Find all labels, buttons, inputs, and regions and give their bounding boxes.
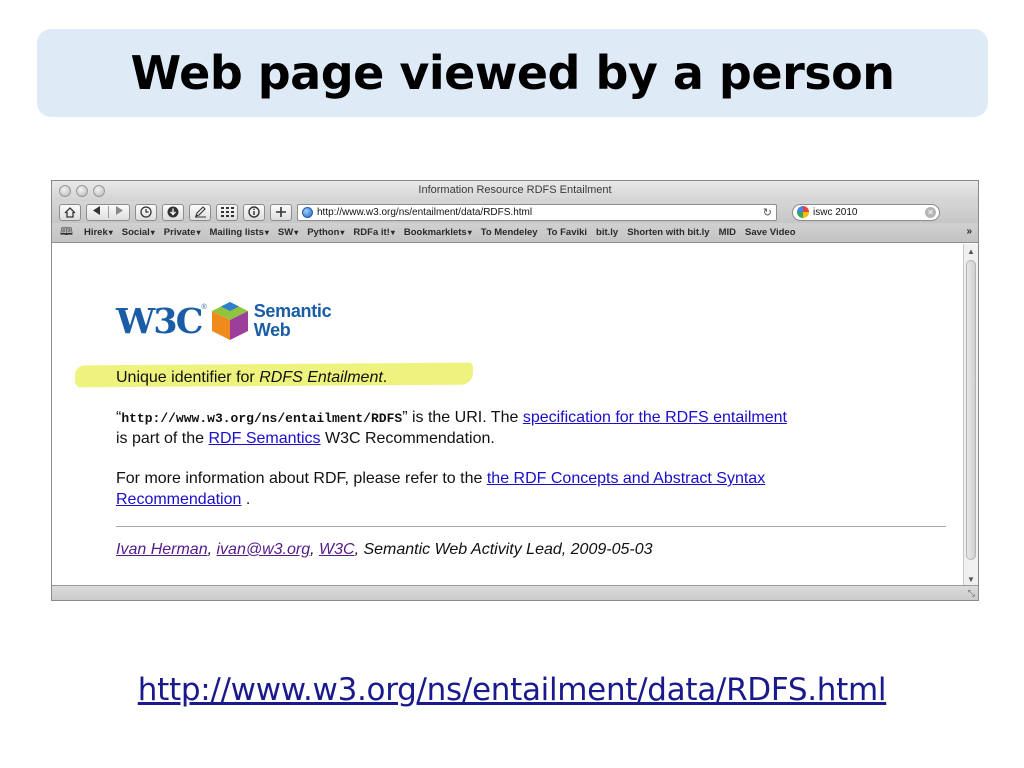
browser-window: Information Resource RDFS Entailment htt… bbox=[51, 180, 979, 601]
rdf-concepts-link-cont[interactable]: Recommendation bbox=[116, 491, 241, 508]
bookmark-item[interactable]: Bookmarklets bbox=[404, 227, 472, 238]
back-icon bbox=[93, 206, 101, 215]
title-bar: Information Resource RDFS Entailment bbox=[52, 181, 978, 201]
footer-divider bbox=[116, 526, 946, 527]
scroll-up-icon[interactable]: ▲ bbox=[967, 247, 975, 256]
globe-icon bbox=[302, 206, 313, 218]
edit-button[interactable] bbox=[189, 203, 211, 221]
rdf-semantics-link[interactable]: RDF Semantics bbox=[209, 430, 321, 447]
clear-icon[interactable]: ✕ bbox=[925, 206, 936, 218]
home-icon bbox=[64, 206, 76, 218]
uri-text: ” is the URI. The bbox=[402, 409, 523, 426]
recommendation-text: W3C Recommendation. bbox=[320, 430, 495, 447]
page-footer: Ivan Herman, ivan@w3.org, W3C, Semantic … bbox=[116, 539, 653, 560]
specification-link[interactable]: specification for the RDFS entailment bbox=[523, 409, 787, 426]
slide-title-banner: Web page viewed by a person bbox=[37, 29, 988, 117]
semantic-word: Semantic bbox=[253, 301, 332, 321]
more-info-suffix: . bbox=[241, 491, 251, 508]
info-icon bbox=[248, 206, 260, 218]
bookmarks-book-icon[interactable]: 🕮 bbox=[60, 223, 73, 242]
bookmark-item[interactable]: Save Video bbox=[745, 227, 796, 238]
bookmark-item[interactable]: MID bbox=[719, 227, 736, 238]
rdf-concepts-link[interactable]: the RDF Concepts and Abstract Syntax bbox=[487, 470, 765, 487]
page-heading: Unique identifier for RDFS Entailment. bbox=[116, 367, 387, 388]
bookmark-item[interactable]: RDFa it! bbox=[353, 227, 394, 238]
address-bar[interactable]: http://www.w3.org/ns/entailment/data/RDF… bbox=[297, 203, 777, 221]
uri-paragraph-line2: is part of the RDF Semantics W3C Recomme… bbox=[116, 428, 495, 449]
bookmark-item[interactable]: Shorten with bit.ly bbox=[627, 227, 709, 238]
bookmarks-bar: 🕮 Hirek Social Private Mailing lists SW Pytho… bbox=[52, 223, 978, 243]
back-button[interactable] bbox=[87, 206, 108, 218]
scrollbar-thumb[interactable] bbox=[966, 260, 976, 560]
address-text: http://www.w3.org/ns/entailment/data/RDF… bbox=[317, 206, 533, 218]
status-bar: ⤡ bbox=[52, 585, 978, 600]
w3c-link[interactable]: W3C bbox=[319, 541, 355, 558]
uri-paragraph-line1: “http://www.w3.org/ns/entailment/RDFS” i… bbox=[116, 407, 787, 429]
download-icon bbox=[167, 206, 179, 218]
slide-title: Web page viewed by a person bbox=[130, 46, 895, 100]
footer-sep-2: , bbox=[310, 541, 319, 558]
bookmark-item[interactable]: bit.ly bbox=[596, 227, 618, 238]
grid-button[interactable] bbox=[216, 203, 238, 221]
bookmark-item[interactable]: To Faviki bbox=[547, 227, 587, 238]
forward-icon bbox=[115, 206, 123, 215]
home-button[interactable] bbox=[59, 203, 81, 221]
bookmark-item[interactable]: Mailing lists bbox=[209, 227, 268, 238]
resize-handle-icon[interactable]: ⤡ bbox=[968, 588, 975, 599]
forward-button[interactable] bbox=[107, 206, 130, 218]
heading-suffix: . bbox=[382, 369, 388, 386]
more-info-line1: For more information about RDF, please r… bbox=[116, 468, 765, 489]
more-info-line2: Recommendation . bbox=[116, 489, 250, 510]
slide-url-caption[interactable]: http://www.w3.org/ns/entailment/data/RDF… bbox=[0, 672, 1024, 708]
back-forward-buttons bbox=[86, 203, 130, 221]
info-button[interactable] bbox=[243, 203, 265, 221]
bookmark-item[interactable]: Hirek bbox=[84, 227, 113, 238]
window-title: Information Resource RDFS Entailment bbox=[418, 184, 612, 196]
more-info-text: For more information about RDF, please r… bbox=[116, 470, 487, 487]
heading-prefix: Unique identifier for bbox=[116, 369, 260, 386]
bookmarks-more-button[interactable]: » bbox=[966, 226, 972, 237]
page-content: W3C ® Semantic Web Unique identifier for… bbox=[52, 244, 963, 586]
heading-italic: RDFS Entailment bbox=[259, 369, 383, 386]
bookmark-item[interactable]: To Mendeley bbox=[481, 227, 538, 238]
bookmark-item[interactable]: SW bbox=[278, 227, 298, 238]
bookmark-item[interactable]: Private bbox=[164, 227, 201, 238]
bookmark-item[interactable]: Social bbox=[122, 227, 155, 238]
footer-suffix: , Semantic Web Activity Lead, 2009-05-03 bbox=[354, 541, 653, 558]
downloads-button[interactable] bbox=[162, 203, 184, 221]
history-icon bbox=[140, 206, 152, 218]
part-of-text: is part of the bbox=[116, 430, 209, 447]
w3c-semantic-web-logo[interactable]: W3C ® Semantic Web bbox=[116, 298, 332, 344]
search-value: iswc 2010 bbox=[813, 206, 858, 218]
email-link[interactable]: ivan@w3.org bbox=[216, 541, 310, 558]
google-icon bbox=[797, 206, 809, 218]
browser-toolbar: http://www.w3.org/ns/entailment/data/RDF… bbox=[52, 201, 978, 223]
history-button[interactable] bbox=[135, 203, 157, 221]
registered-mark: ® bbox=[201, 304, 207, 311]
add-icon bbox=[276, 207, 286, 217]
scroll-down-icon[interactable]: ▼ bbox=[967, 575, 975, 584]
w3c-logo-text: W3C bbox=[116, 300, 204, 342]
reload-icon[interactable]: ↻ bbox=[763, 206, 772, 219]
author-link[interactable]: Ivan Herman bbox=[116, 541, 208, 558]
search-field[interactable]: iswc 2010 ✕ bbox=[792, 203, 940, 221]
add-bookmark-button[interactable] bbox=[270, 203, 292, 221]
semantic-web-text: Semantic Web bbox=[254, 302, 332, 340]
web-word: Web bbox=[253, 320, 291, 340]
edit-icon bbox=[194, 206, 206, 218]
semantic-web-cube-icon bbox=[211, 302, 248, 340]
vertical-scrollbar[interactable]: ▲ ▼ bbox=[963, 244, 978, 586]
rdfs-uri: http://www.w3.org/ns/entailment/RDFS bbox=[121, 411, 403, 426]
grid-icon bbox=[220, 207, 234, 217]
bookmark-item[interactable]: Python bbox=[307, 227, 344, 238]
